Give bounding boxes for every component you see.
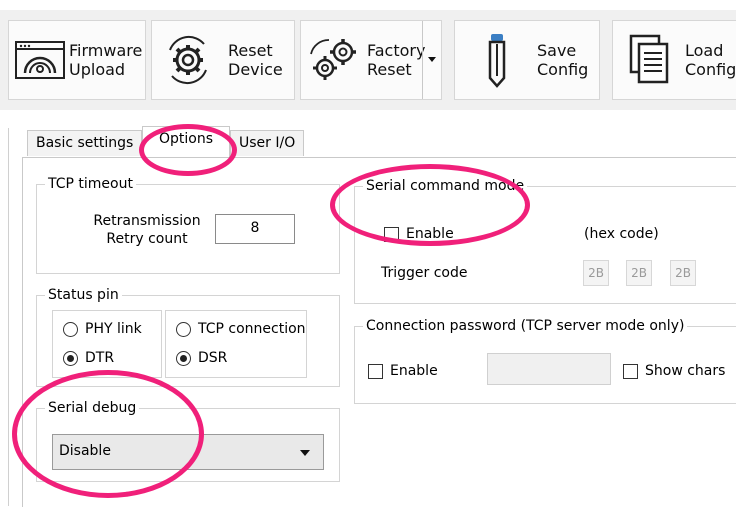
dsr-radio[interactable]: [176, 351, 191, 366]
load-config-button[interactable]: Load Config: [612, 20, 736, 100]
status-pin-group-1: PHY link DTR: [52, 310, 162, 378]
status-pin-group-2: TCP connection DSR: [165, 310, 307, 378]
retry-count-label: Retransmission Retry count: [93, 213, 201, 247]
tab-basic-settings[interactable]: Basic settings: [27, 130, 143, 156]
tcp-connection-label: TCP connection: [198, 321, 306, 337]
factory-reset-dropdown[interactable]: [422, 21, 441, 99]
serial-debug-title: Serial debug: [45, 399, 140, 417]
trigger-code-3[interactable]: 2B: [670, 260, 696, 286]
serial-debug-select[interactable]: Disable: [52, 434, 324, 470]
reset-device-icon: [169, 35, 207, 85]
factory-reset-button[interactable]: Factory Reset: [300, 20, 442, 100]
caret-down-icon: [428, 57, 436, 62]
firmware-upload-label: Firmware Upload: [69, 41, 143, 79]
show-chars-checkbox[interactable]: [623, 364, 638, 379]
serial-command-mode-group: Serial command mode Enable (hex code) Tr…: [354, 177, 736, 304]
load-config-icon: [629, 34, 669, 84]
firmware-icon: [15, 41, 65, 79]
serial-command-mode-title: Serial command mode: [363, 177, 528, 195]
save-config-button[interactable]: Save Config: [454, 20, 600, 100]
tab-basic-settings-label: Basic settings: [36, 135, 134, 151]
serial-debug-group: Serial debug Disable: [36, 399, 340, 482]
save-config-icon: [488, 34, 506, 88]
dtr-radio[interactable]: [63, 351, 78, 366]
reset-device-button[interactable]: Reset Device: [151, 20, 295, 100]
tab-options-label: Options: [158, 131, 214, 147]
factory-reset-label: Factory Reset: [367, 41, 426, 79]
password-input[interactable]: [487, 353, 611, 385]
left-divider: [8, 128, 9, 506]
tab-user-io-label: User I/O: [239, 135, 296, 151]
phy-link-label: PHY link: [85, 321, 142, 337]
load-config-label: Load Config: [685, 41, 736, 79]
trigger-code-2[interactable]: 2B: [626, 260, 652, 286]
factory-reset-icon: [310, 39, 356, 80]
retry-count-input[interactable]: 8: [215, 214, 295, 244]
dsr-label: DSR: [198, 350, 228, 366]
reset-device-label: Reset Device: [228, 41, 283, 79]
status-pin-title: Status pin: [45, 286, 122, 304]
save-config-label: Save Config: [537, 41, 589, 79]
connection-password-title: Connection password (TCP server mode onl…: [363, 317, 688, 335]
firmware-upload-button[interactable]: Firmware Upload: [8, 20, 146, 100]
trigger-code-label: Trigger code: [381, 265, 468, 281]
tab-user-io[interactable]: User I/O: [230, 130, 305, 156]
dtr-label: DTR: [85, 350, 115, 366]
status-pin-group: Status pin PHY link DTR TCP connection D…: [36, 286, 340, 387]
trigger-code-1[interactable]: 2B: [583, 260, 609, 286]
tcp-timeout-group: TCP timeout Retransmission Retry count 8: [36, 175, 340, 274]
caret-down-icon: [300, 450, 310, 456]
password-enable-checkbox[interactable]: [368, 364, 383, 379]
phy-link-radio[interactable]: [63, 322, 78, 337]
show-chars-label: Show chars: [645, 363, 726, 379]
serial-debug-value: Disable: [59, 443, 111, 459]
connection-password-group: Connection password (TCP server mode onl…: [354, 317, 736, 404]
tab-options[interactable]: Options: [142, 126, 230, 158]
tcp-connection-radio[interactable]: [176, 322, 191, 337]
serial-command-enable-label: Enable: [406, 226, 454, 242]
tcp-timeout-title: TCP timeout: [45, 175, 136, 193]
hex-code-label: (hex code): [584, 226, 659, 242]
password-enable-label: Enable: [390, 363, 438, 379]
serial-command-enable-checkbox[interactable]: [384, 227, 399, 242]
